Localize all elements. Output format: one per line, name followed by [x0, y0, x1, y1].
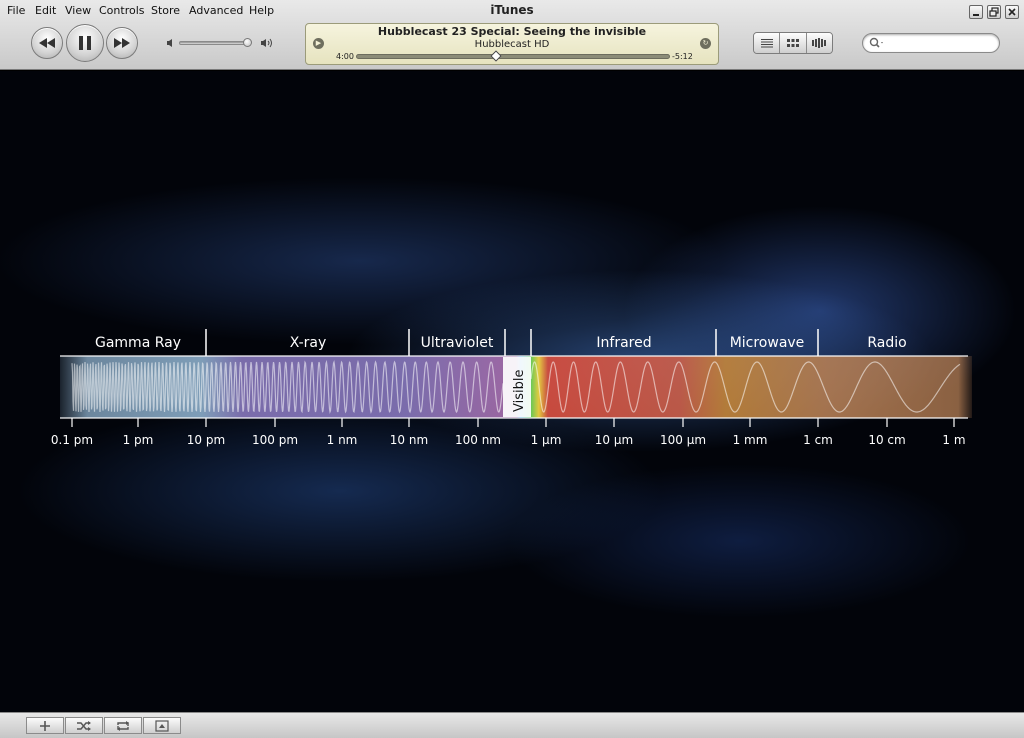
- volume-high-icon: [261, 38, 272, 48]
- fast-forward-icon: [114, 38, 130, 48]
- band-label-x-ray: X-ray: [290, 335, 327, 351]
- progress-playhead[interactable]: [490, 50, 502, 62]
- volume-track[interactable]: [179, 41, 251, 45]
- scale-tick-label: 1 nm: [327, 433, 358, 447]
- scale-tick-label: 10 cm: [868, 433, 905, 447]
- minimize-button[interactable]: [969, 5, 983, 19]
- menu-help[interactable]: Help: [249, 4, 274, 17]
- cover-flow-icon: [812, 38, 827, 48]
- repeat-button[interactable]: [104, 717, 142, 734]
- scale-tick-label: 100 nm: [455, 433, 501, 447]
- scale-tick-label: 0.1 pm: [51, 433, 93, 447]
- menu-edit[interactable]: Edit: [35, 4, 56, 17]
- close-icon: [1008, 8, 1016, 16]
- band-label-microwave: Microwave: [730, 335, 805, 351]
- rewind-icon: [39, 38, 55, 48]
- restore-icon: [989, 7, 999, 17]
- scale-tick-label: 10 nm: [390, 433, 428, 447]
- next-button[interactable]: [106, 27, 138, 59]
- scale-tick-label: 100 µm: [660, 433, 706, 447]
- scale-tick-label: 1 mm: [733, 433, 768, 447]
- shuffle-icon: [77, 720, 91, 731]
- add-playlist-button[interactable]: [26, 717, 64, 734]
- cover-flow-button[interactable]: [806, 33, 832, 53]
- restore-button[interactable]: [987, 5, 1001, 19]
- scale-tick-label: 1 pm: [123, 433, 154, 447]
- menu-file[interactable]: File: [7, 4, 25, 17]
- minimize-icon: [973, 14, 979, 16]
- band-label-ultraviolet: Ultraviolet: [421, 335, 494, 351]
- track-artist: Hubblecast HD: [474, 39, 550, 50]
- scale-tick-label: 1 cm: [803, 433, 833, 447]
- scale-ticks: [71, 418, 955, 427]
- previous-button[interactable]: [31, 27, 63, 59]
- status-bar: [0, 712, 1024, 738]
- close-button[interactable]: [1005, 5, 1019, 19]
- band-label-gamma-ray: Gamma Ray: [95, 335, 181, 351]
- toolbar: File Edit View Controls Store Advanced H…: [0, 0, 1024, 70]
- play-pause-button[interactable]: [66, 24, 104, 62]
- menu-controls[interactable]: Controls: [99, 4, 145, 17]
- grid-view-icon: [786, 39, 799, 47]
- menu-view[interactable]: View: [65, 4, 91, 17]
- scale-tick-label: 1 m: [942, 433, 965, 447]
- menu-advanced[interactable]: Advanced: [189, 4, 243, 17]
- now-playing-display: ▶ Hubblecast 23 Special: Seeing the invi…: [305, 23, 719, 65]
- track-title: Hubblecast 23 Special: Seeing the invisi…: [377, 25, 647, 38]
- spectrum-graphic: Gamma Ray X-ray Ultraviolet Visible Infr…: [51, 329, 972, 447]
- add-playlist-icon: [40, 720, 50, 731]
- volume-slider-thumb[interactable]: [243, 38, 253, 47]
- grid-view-button[interactable]: [780, 33, 807, 53]
- scale-tick-label: 1 µm: [531, 433, 562, 447]
- band-label-visible: Visible: [512, 370, 527, 412]
- remaining-time[interactable]: -5:12: [672, 52, 693, 61]
- elapsed-time[interactable]: 4:00: [336, 52, 354, 61]
- list-view-icon: [760, 39, 773, 48]
- scale-tick-label: 100 pm: [252, 433, 298, 447]
- scale-tick-label: 10 pm: [187, 433, 225, 447]
- genius-icon[interactable]: ↻: [700, 38, 711, 49]
- band-label-radio: Radio: [867, 335, 906, 351]
- menu-bar: File Edit View Controls Store Advanced H…: [0, 0, 1024, 22]
- shuffle-button[interactable]: [65, 717, 103, 734]
- scale-tick-label: 10 µm: [595, 433, 633, 447]
- show-artwork-button[interactable]: [143, 717, 181, 734]
- list-view-button[interactable]: [754, 33, 781, 53]
- view-switcher: [753, 32, 833, 54]
- video-player[interactable]: Gamma Ray X-ray Ultraviolet Visible Infr…: [0, 71, 1024, 712]
- search-icon: [869, 37, 883, 48]
- volume-low-icon: [167, 39, 172, 47]
- repeat-icon: [117, 720, 129, 731]
- pause-icon: [79, 36, 91, 50]
- search-box[interactable]: [862, 33, 1000, 53]
- search-input[interactable]: [887, 36, 995, 51]
- progress-bar[interactable]: [356, 50, 670, 62]
- volume-control[interactable]: [166, 36, 276, 50]
- band-label-infrared: Infrared: [596, 335, 651, 351]
- show-artwork-icon: [155, 719, 169, 732]
- menu-store[interactable]: Store: [151, 4, 180, 17]
